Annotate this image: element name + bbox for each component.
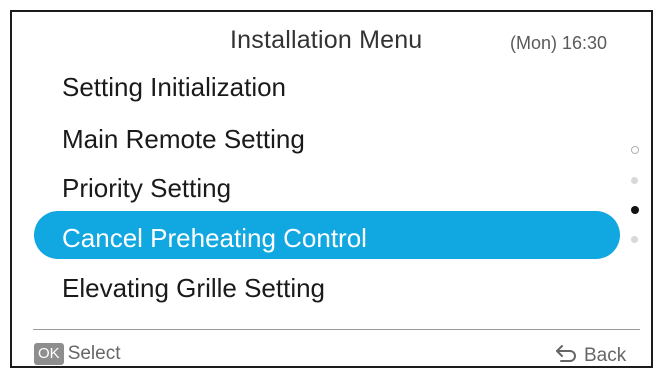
select-hint: OK Select	[34, 343, 121, 365]
menu-list: Setting Initialization Main Remote Setti…	[12, 12, 651, 366]
page-dot-2	[631, 177, 638, 184]
menu-item-label: Setting Initialization	[62, 72, 287, 102]
menu-item-label: Elevating Grille Setting	[62, 273, 326, 303]
menu-item-main-remote-setting[interactable]: Main Remote Setting	[62, 124, 305, 155]
menu-item-label: Cancel Preheating Control	[62, 223, 367, 253]
back-label: Back	[584, 344, 627, 366]
menu-item-label: Priority Setting	[62, 173, 232, 203]
menu-item-setting-initialization[interactable]: Setting Initialization	[62, 72, 286, 103]
menu-item-label: Main Remote Setting	[62, 124, 305, 154]
menu-item-selected-label: Cancel Preheating Control	[62, 223, 367, 254]
page-dot-1	[631, 146, 639, 154]
back-button[interactable]: Back	[554, 343, 626, 368]
return-arrow-icon	[554, 343, 578, 368]
select-label: Select	[67, 343, 121, 364]
menu-item-elevating-grille-setting[interactable]: Elevating Grille Setting	[62, 273, 325, 304]
screen-frame: Installation Menu (Mon) 16:30 Setting In…	[10, 10, 653, 368]
menu-item-priority-setting[interactable]: Priority Setting	[62, 173, 231, 204]
ok-button-icon: OK	[34, 343, 64, 365]
footer-divider	[33, 329, 640, 330]
page-dot-3	[631, 206, 639, 214]
page-dot-4	[631, 236, 638, 243]
